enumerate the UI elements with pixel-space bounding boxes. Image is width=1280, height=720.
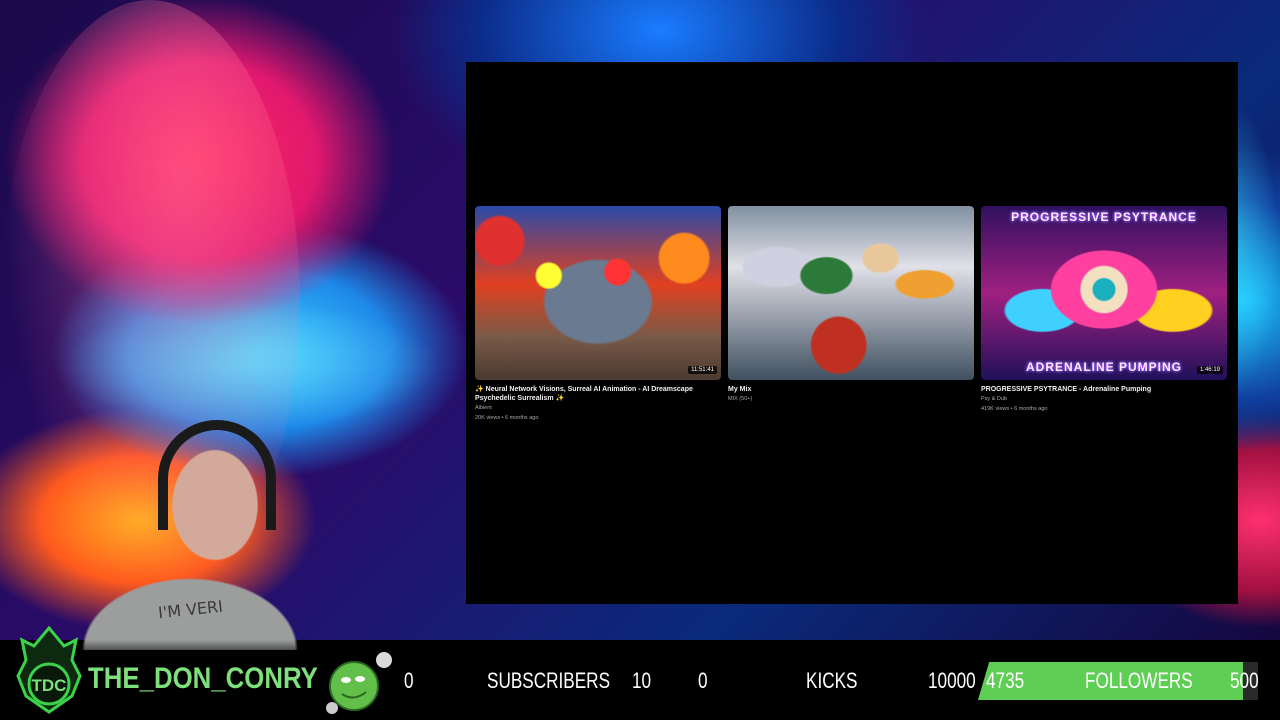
video-card[interactable]: 11:51:41 ✨ Neural Network Visions, Surre… (475, 206, 721, 423)
video-channel[interactable]: Albient (475, 403, 721, 413)
video-title[interactable]: ✨ Neural Network Visions, Surreal AI Ani… (475, 385, 721, 403)
shirt-text: I'M VERI (157, 596, 224, 623)
tdc-logo-icon: TDC (16, 626, 82, 714)
subscribers-current: 0 (404, 668, 414, 693)
video-duration: 11:51:41 (688, 366, 717, 374)
video-stats: MIX (50+) (728, 396, 753, 402)
video-thumbnail[interactable] (728, 206, 974, 380)
kicks-label: KICKS (806, 668, 858, 693)
thumbnail-overlay-top: PROGRESSIVE PSYTRANCE (1011, 210, 1197, 224)
video-stats: 419K views • 6 months ago (981, 406, 1048, 412)
kicks-goal: 10000 (928, 668, 976, 693)
video-channel[interactable]: Psy & Dub (981, 394, 1227, 404)
video-title[interactable]: My Mix (728, 385, 974, 394)
mushroom-cap-blue (60, 300, 440, 430)
video-title[interactable]: PROGRESSIVE PSYTRANCE - Adrenaline Pumpi… (981, 385, 1227, 394)
channel-name: THE_DON_CONRY (88, 662, 318, 695)
video-thumbnail[interactable]: 11:51:41 (475, 206, 721, 380)
followers-label: FOLLOWERS (1085, 668, 1193, 693)
mascot-icon (326, 652, 392, 714)
video-duration: 1:46:19 (1196, 366, 1223, 374)
thumbnail-overlay-bottom: ADRENALINE PUMPING (1025, 360, 1182, 374)
webcam-feed: I'M VERI (40, 420, 340, 650)
followers-current: 4735 (986, 668, 1025, 693)
subscribers-goal: 10 (632, 668, 652, 693)
kicks-current: 0 (698, 668, 708, 693)
video-thumbnail[interactable]: PROGRESSIVE PSYTRANCE ADRENALINE PUMPING… (981, 206, 1227, 380)
headphones-shape (158, 420, 276, 530)
video-card[interactable]: My Mix MIX (50+) (728, 206, 974, 404)
browser-video-panel: 11:51:41 ✨ Neural Network Visions, Surre… (466, 62, 1238, 604)
video-card[interactable]: PROGRESSIVE PSYTRANCE ADRENALINE PUMPING… (981, 206, 1227, 414)
subscribers-label: SUBSCRIBERS (487, 668, 611, 693)
video-stats: 20K views • 6 months ago (475, 415, 539, 421)
followers-progress-bar: 4735 FOLLOWERS 5000 (978, 662, 1258, 700)
logo-text: TDC (32, 676, 67, 695)
